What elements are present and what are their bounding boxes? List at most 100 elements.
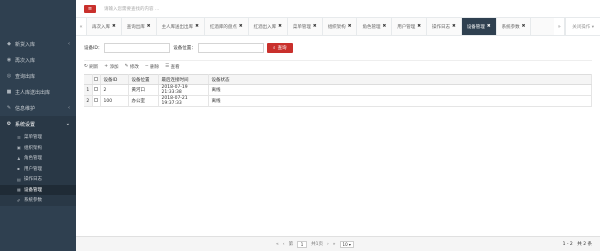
sidebar-subitem-label: 菜单管理 — [24, 135, 42, 141]
tab-restock[interactable]: 再次入库 ✖ — [87, 18, 122, 35]
sidebar-item-query-out[interactable]: ◎ 查询出库 — [0, 68, 76, 84]
chevron-left-icon: ‹ — [68, 105, 70, 111]
sidebar-item-new-stock[interactable]: ◆ 新货入库 ‹ — [0, 36, 76, 52]
tab-devices[interactable]: 设备管理 ✖ — [461, 18, 497, 35]
column-header[interactable]: 设备状态 — [208, 74, 592, 85]
tab-wine-inventory[interactable]: 红酒库的盘点 ✖ — [205, 18, 249, 35]
close-icon[interactable]: ✖ — [112, 24, 116, 29]
sidebar-subitem-logs[interactable]: ▤ 操作日志 — [0, 174, 76, 185]
close-icon[interactable]: ✖ — [278, 24, 282, 29]
tab-roles[interactable]: 角色管理 ✖ — [357, 18, 393, 35]
tab-actions-dropdown[interactable]: 关闭操作 ▾ — [565, 18, 600, 35]
top-bar: ≡ 请输入您需要查找的内容 … — [76, 0, 600, 18]
close-icon[interactable]: ✖ — [195, 24, 199, 29]
device-id-label: 设备ID： — [84, 46, 103, 51]
table-row[interactable]: 1 2 黄河口 2018-07-19 21:33:38 离线 — [84, 84, 592, 96]
refresh-icon: ↻ — [84, 64, 88, 69]
double-chevron-left-icon: « — [79, 23, 83, 30]
pencil-icon: ✎ — [124, 64, 129, 69]
sidebar-item-owner-out[interactable]: ■ 主人库送出出库 — [0, 84, 76, 100]
table-cell: 2018-07-21 19:37:33 — [158, 95, 209, 107]
refresh-button[interactable]: ↻ 刷新 — [84, 64, 98, 70]
row-checkbox[interactable] — [92, 84, 101, 96]
list-icon: ☰ — [165, 64, 170, 69]
menu-toggle-button[interactable]: ≡ — [84, 4, 96, 13]
tab-menu[interactable]: 菜单管理 ✖ — [288, 18, 323, 35]
page-number-input[interactable]: 1 — [297, 240, 308, 248]
tab-wine-io[interactable]: 红酒出入库 ✖ — [249, 18, 288, 35]
device-position-input[interactable] — [197, 43, 264, 53]
sidebar-item-restock[interactable]: ◉ 再次入库 — [0, 52, 76, 68]
edit-button[interactable]: ✎ 修改 — [125, 64, 139, 70]
sidebar-subitem-devices[interactable]: ▦ 设备管理 — [0, 184, 76, 195]
page-size-select[interactable]: 10 ▾ — [339, 240, 354, 248]
tab-logs[interactable]: 操作日志 ✖ — [427, 18, 462, 35]
tab-org[interactable]: 组织架构 ✖ — [323, 18, 358, 35]
sidebar-logo-area — [0, 0, 76, 36]
close-icon[interactable]: ✖ — [487, 24, 491, 29]
add-label: 添加 — [109, 64, 119, 70]
last-page-button[interactable]: » — [333, 242, 336, 247]
refresh-label: 刷新 — [89, 64, 99, 70]
sidebar-subitem-label: 角色管理 — [24, 156, 42, 162]
sidebar-subitem-users[interactable]: ▪ 用户管理 — [0, 164, 76, 175]
tab-label: 角色管理 — [362, 24, 381, 30]
sidebar-subitem-label: 设备管理 — [24, 187, 42, 193]
sidebar-item-label: 系统设置 — [15, 121, 36, 128]
tabs-scroll-right-button[interactable]: » — [554, 18, 566, 35]
sidebar-item-label: 新货入库 — [15, 41, 36, 48]
close-icon[interactable]: ✖ — [348, 24, 352, 29]
device-id-input[interactable] — [104, 43, 171, 53]
sidebar-item-label: 信息维护 — [15, 105, 36, 112]
row-number-header — [84, 74, 93, 85]
column-header[interactable]: 最后连接时间 — [158, 74, 209, 85]
row-number: 1 — [84, 84, 93, 96]
next-page-button[interactable]: › — [327, 242, 329, 247]
close-icon[interactable]: ✖ — [239, 24, 243, 29]
sidebar-subitem-org[interactable]: ▣ 组织架构 — [0, 143, 76, 154]
sidebar-subitem-label: 组织架构 — [24, 145, 42, 151]
chevron-down-icon: ⌄ — [65, 121, 70, 127]
first-page-button[interactable]: « — [276, 242, 279, 247]
query-button-label: 查询 — [277, 46, 287, 51]
close-icon[interactable]: ✖ — [522, 24, 526, 29]
prev-page-button[interactable]: ‹ — [283, 242, 285, 247]
select-all-checkbox[interactable] — [92, 74, 101, 85]
global-search-input[interactable]: 请输入您需要查找的内容 … — [104, 6, 159, 12]
close-icon[interactable]: ✖ — [382, 24, 386, 29]
row-checkbox[interactable] — [92, 95, 101, 107]
delete-label: 删除 — [150, 64, 160, 70]
query-button[interactable]: ⌕ 查询 — [266, 43, 293, 53]
tab-label: 红酒库的盘点 — [209, 24, 237, 30]
tab-query-out[interactable]: 查询出库 ✖ — [122, 18, 157, 35]
sidebar: ◆ 新货入库 ‹ ◉ 再次入库 ◎ 查询出库 ■ 主人库送出出库 ✎ 信息维护 … — [0, 0, 76, 251]
column-header[interactable]: 设备ID — [100, 74, 129, 85]
total-pages: 共1页 — [311, 242, 323, 247]
close-icon[interactable]: ✖ — [452, 24, 456, 29]
sidebar-subitem-label: 操作日志 — [24, 177, 42, 183]
sidebar-item-settings[interactable]: ⚙ 系统设置 ⌄ — [0, 116, 76, 132]
close-icon[interactable]: ✖ — [313, 24, 317, 29]
sidebar-subitem-menu[interactable]: ☰ 菜单管理 — [0, 132, 76, 143]
table-row[interactable]: 2 100 办公室 2018-07-21 19:37:33 离线 — [84, 95, 592, 107]
delete-button[interactable]: − 删除 — [145, 64, 159, 70]
tabs-scroll-left-button[interactable]: « — [76, 18, 87, 35]
search-icon: ⌕ — [273, 46, 276, 51]
sidebar-item-info[interactable]: ✎ 信息维护 ‹ — [0, 100, 76, 116]
tab-actions-label: 关闭操作 ▾ — [572, 24, 594, 30]
tab-params[interactable]: 系统参数 ✖ — [497, 18, 532, 35]
sidebar-subitem-params[interactable]: ✐ 系统参数 — [0, 195, 76, 206]
close-icon[interactable]: ✖ — [417, 24, 421, 29]
tab-owner-out[interactable]: 主人库送出出库 ✖ — [157, 18, 205, 35]
close-icon[interactable]: ✖ — [147, 24, 151, 29]
tab-label: 操作日志 — [432, 24, 451, 30]
circle-icon: ◉ — [6, 57, 12, 63]
tab-users[interactable]: 用户管理 ✖ — [392, 18, 428, 35]
sidebar-subitem-roles[interactable]: ♟ 角色管理 — [0, 153, 76, 164]
add-button[interactable]: + 添加 — [104, 64, 118, 70]
view-button[interactable]: ☰ 查看 — [165, 64, 180, 70]
tab-label: 系统参数 — [501, 24, 520, 30]
tab-bar: « 再次入库 ✖ 查询出库 ✖ 主人库送出出库 ✖ 红酒库的盘点 ✖ 红酒出入库 ✖ 菜单… — [76, 18, 600, 36]
chevron-left-icon: ‹ — [68, 41, 70, 47]
column-header[interactable]: 设备位置 — [128, 74, 159, 85]
